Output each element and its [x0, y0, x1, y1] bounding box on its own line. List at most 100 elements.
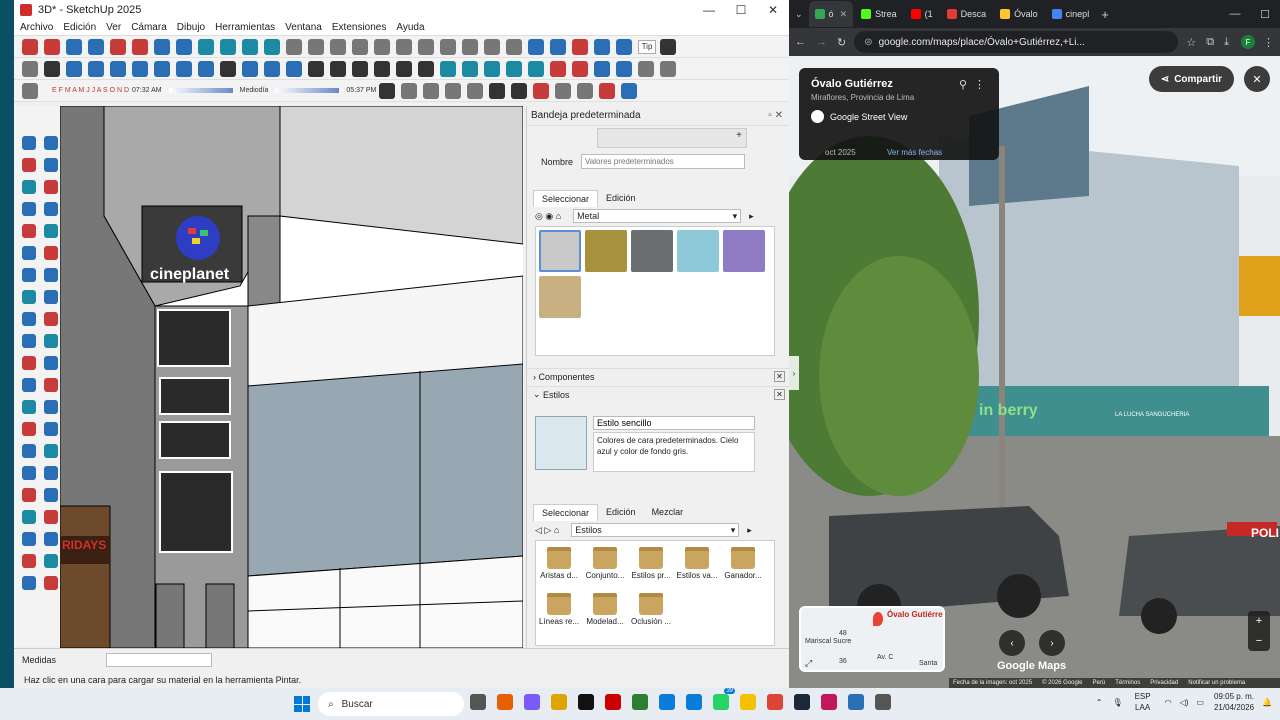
menu-herramientas[interactable]: Herramientas	[215, 22, 275, 33]
app-a-icon[interactable]	[821, 694, 837, 710]
open-file-icon[interactable]	[308, 38, 324, 55]
sandbox-tool-3-icon[interactable]	[22, 576, 36, 590]
windows-start-icon[interactable]	[294, 696, 310, 712]
top-view-icon[interactable]	[220, 38, 236, 55]
reload-icon[interactable]: ↻	[837, 36, 846, 49]
layout-2-icon[interactable]	[462, 60, 478, 77]
material-swatch-4[interactable]	[677, 230, 719, 272]
ext-3-icon[interactable]	[599, 82, 616, 99]
country-link[interactable]: Perú	[1093, 680, 1106, 686]
tab-search-icon[interactable]: ⌄	[795, 9, 803, 20]
wireframe-icon[interactable]	[132, 60, 148, 77]
model-info-icon[interactable]	[506, 38, 522, 55]
measurements-input[interactable]	[106, 653, 212, 667]
protractor-icon[interactable]	[22, 400, 36, 414]
tiktok-icon[interactable]	[686, 694, 702, 710]
material-swatch-2[interactable]	[585, 230, 627, 272]
look-around-icon[interactable]	[44, 510, 58, 524]
user-icon[interactable]	[44, 60, 60, 77]
copy-icon[interactable]	[374, 38, 390, 55]
paste-icon[interactable]	[396, 38, 412, 55]
tip-box[interactable]: Tip	[638, 39, 656, 54]
offset-icon[interactable]	[44, 356, 58, 370]
github-icon[interactable]	[875, 694, 891, 710]
star-icon[interactable]: ☆	[1186, 36, 1196, 49]
layout-1-icon[interactable]	[440, 60, 456, 77]
styles-details-icon[interactable]: ▸	[747, 525, 752, 536]
style-folder-7[interactable]: Modelad...	[584, 593, 626, 626]
view-back-icon[interactable]	[396, 60, 412, 77]
edge-icon[interactable]	[659, 694, 675, 710]
maximize-button[interactable]: ☐	[725, 3, 757, 17]
gear-icon[interactable]	[489, 82, 506, 99]
scale-icon[interactable]	[22, 356, 36, 370]
chrome-tab-1[interactable]: ó ✕	[808, 1, 854, 27]
zoom-window-icon[interactable]	[88, 38, 104, 55]
sandbox-6-icon[interactable]	[660, 60, 676, 77]
save-file-icon[interactable]	[330, 38, 346, 55]
create-material-icon[interactable]: +	[736, 130, 742, 141]
rotate-icon[interactable]	[22, 334, 36, 348]
material-swatch-1[interactable]	[539, 230, 581, 272]
chrome-minimize-button[interactable]: —	[1220, 8, 1250, 21]
new-tab-button[interactable]: +	[1101, 7, 1109, 22]
menu-extensiones[interactable]: Extensiones	[332, 22, 386, 33]
site-info-icon[interactable]: ⊜	[864, 37, 872, 48]
shadow-time-slider[interactable]	[168, 88, 233, 93]
sandbox-tool-2-icon[interactable]	[44, 554, 58, 568]
battery-icon[interactable]: ▭	[1196, 698, 1204, 707]
cube-icon[interactable]	[401, 82, 418, 99]
pin-icon[interactable]: ⚲	[959, 78, 967, 91]
style-thumbnail[interactable]	[535, 416, 587, 470]
tab-select-material[interactable]: Seleccionar	[533, 190, 599, 207]
store-icon[interactable]	[551, 694, 567, 710]
street-view[interactable]: in berry LA LUCHA SANGUCHERIA POLI › Óva…	[789, 56, 1280, 688]
zoom-control[interactable]: + −	[1248, 611, 1270, 651]
arc-icon[interactable]	[22, 268, 36, 282]
file-explorer-icon[interactable]	[740, 694, 756, 710]
menu-dibujo[interactable]: Dibujo	[177, 22, 205, 33]
firefox-icon[interactable]	[497, 694, 513, 710]
axes-tool-icon[interactable]	[22, 422, 36, 436]
section-cut-icon[interactable]	[594, 38, 610, 55]
view-right-icon[interactable]	[374, 60, 390, 77]
style-folder-1[interactable]: Aristas d...	[538, 547, 580, 580]
sandbox-4-icon[interactable]	[616, 60, 632, 77]
view-top-icon[interactable]	[330, 60, 346, 77]
walk-tool-icon[interactable]	[22, 510, 36, 524]
eraser-tool-icon[interactable]	[44, 158, 58, 172]
components-close-icon[interactable]: ✕	[774, 371, 785, 382]
polygon-icon[interactable]	[44, 246, 58, 260]
zoom-extents-tool-icon[interactable]	[22, 488, 36, 502]
terms-link[interactable]: Términos	[1115, 680, 1140, 686]
style-folder-3[interactable]: Estilos pr...	[630, 547, 672, 580]
erase-icon[interactable]	[418, 38, 434, 55]
components-section[interactable]: › Componentes ✕	[527, 368, 789, 384]
prev-image-button[interactable]: ‹	[999, 630, 1025, 656]
chrome-tab-3[interactable]: (1	[905, 1, 939, 27]
view-left-icon[interactable]	[418, 60, 434, 77]
3d-viewport[interactable]: cineplanet RIDAYS	[60, 106, 523, 648]
arc-3-icon[interactable]	[22, 290, 36, 304]
style-1-icon[interactable]	[242, 60, 258, 77]
taskbar-search[interactable]: ⌕ Buscar	[318, 692, 464, 716]
shaded-icon[interactable]	[176, 60, 192, 77]
profile-avatar[interactable]: F	[1241, 35, 1255, 49]
minimize-button[interactable]: —	[693, 3, 725, 17]
chrome-maximize-button[interactable]: ☐	[1250, 8, 1280, 21]
shadow-months[interactable]: E F M A M J J A S O N D	[52, 87, 129, 94]
target-icon[interactable]	[66, 60, 82, 77]
privacy-link[interactable]: Privacidad	[1150, 680, 1178, 686]
select-tool-icon[interactable]	[22, 38, 38, 55]
style-name-field[interactable]: Estilo sencillo	[593, 416, 755, 430]
line-icon[interactable]	[22, 202, 36, 216]
zoom-tool-icon[interactable]	[22, 466, 36, 480]
styles-close-icon[interactable]: ✕	[774, 389, 785, 400]
clock[interactable]: 09:05 p. m. 21/04/2026	[1214, 691, 1254, 713]
chrome-tab-2[interactable]: Strea	[855, 1, 903, 27]
layout-4-icon[interactable]	[506, 60, 522, 77]
lasso-icon[interactable]	[44, 136, 58, 150]
ext-2-icon[interactable]	[577, 82, 594, 99]
pie-icon[interactable]	[44, 290, 58, 304]
report-link[interactable]: Notificar un problema	[1188, 680, 1245, 686]
